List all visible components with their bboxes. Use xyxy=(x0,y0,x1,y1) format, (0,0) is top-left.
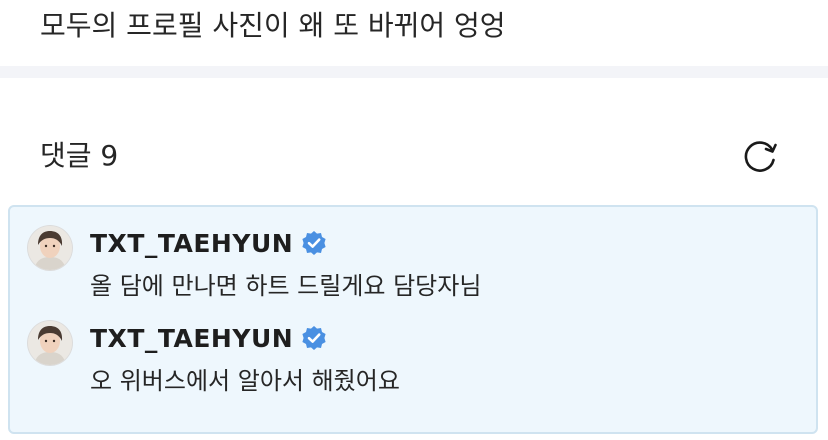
verified-badge-icon xyxy=(301,230,327,256)
comment-text: 올 담에 만나면 하트 드릴게요 담당자님 xyxy=(90,272,482,300)
comments-header: 댓글 9 xyxy=(40,136,788,176)
author-name[interactable]: TXT_TAEHYUN xyxy=(90,229,293,258)
comment-item: TXT_TAEHYUN 오 위버스에서 알아서 해줬어요 xyxy=(10,302,816,402)
author-row: TXT_TAEHYUN xyxy=(90,318,327,358)
author-name[interactable]: TXT_TAEHYUN xyxy=(90,324,293,353)
comment-item: TXT_TAEHYUN 올 담에 만나면 하트 드릴게요 담당자님 xyxy=(10,207,816,307)
comment-text: 오 위버스에서 알아서 해줬어요 xyxy=(90,367,400,395)
comments-count-label: 댓글 9 xyxy=(40,139,119,172)
verified-badge-icon xyxy=(301,325,327,351)
section-divider xyxy=(0,66,828,78)
avatar[interactable] xyxy=(28,226,72,270)
refresh-button[interactable] xyxy=(740,136,780,176)
avatar[interactable] xyxy=(28,321,72,365)
post-text: 모두의 프로필 사진이 왜 또 바뀌어 엉엉 xyxy=(40,9,506,42)
highlighted-comments-box: TXT_TAEHYUN 올 담에 만나면 하트 드릴게요 담당자님 TXT_TA… xyxy=(8,205,818,434)
refresh-icon xyxy=(744,141,777,172)
author-row: TXT_TAEHYUN xyxy=(90,223,327,263)
